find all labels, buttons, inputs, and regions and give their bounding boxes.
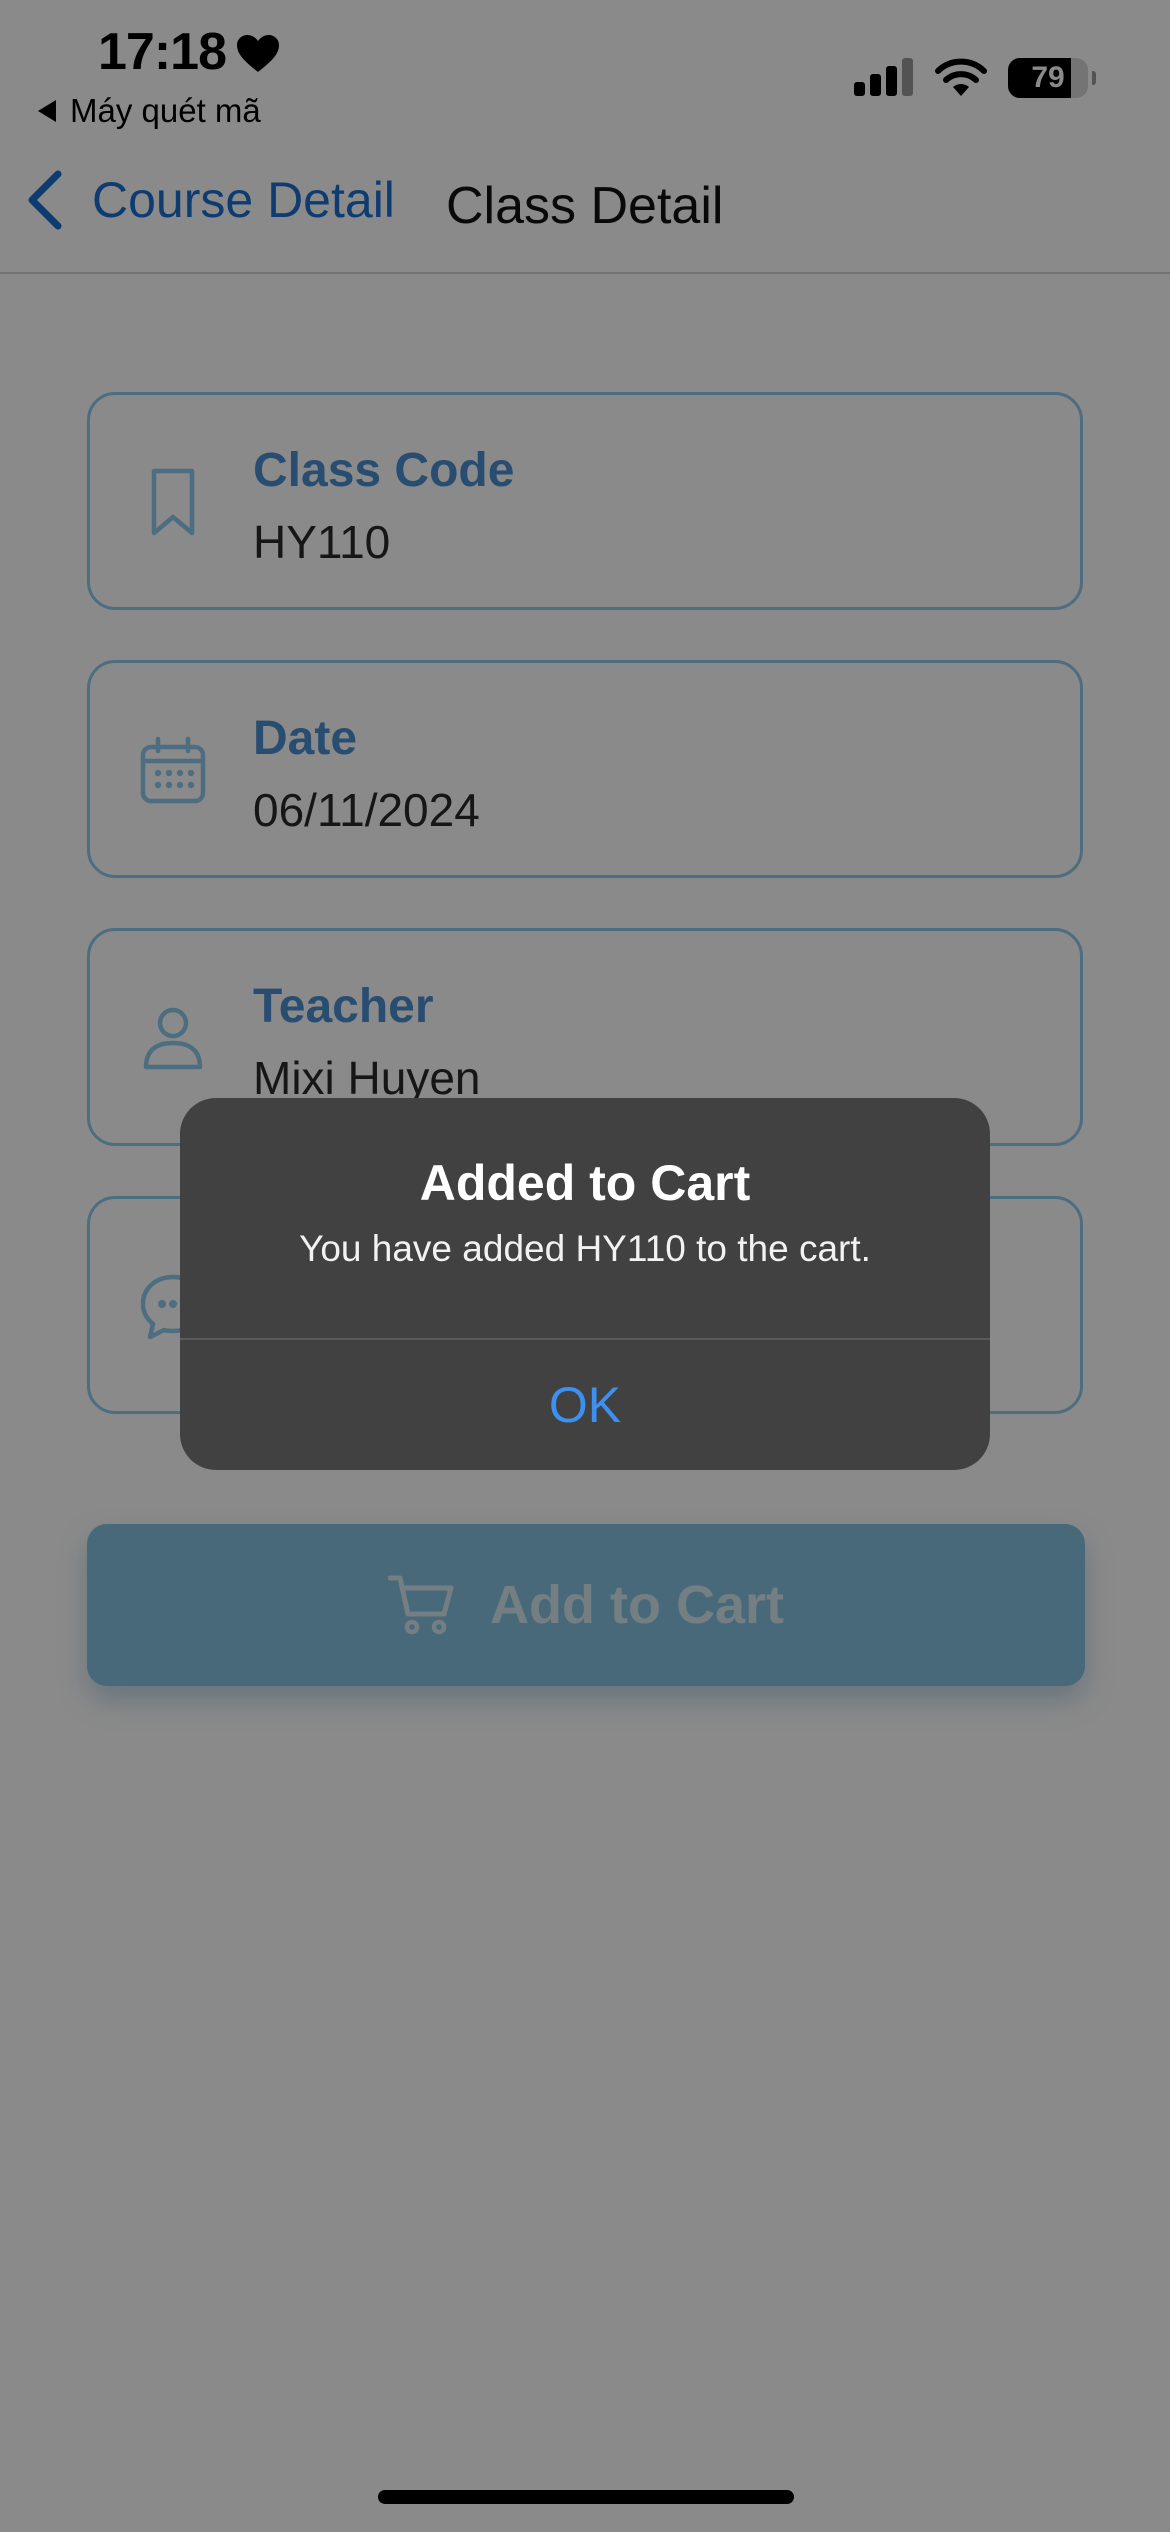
added-to-cart-alert: Added to Cart You have added HY110 to th…: [180, 1098, 990, 1470]
class-detail-screen: 17:18 Máy quét mã 79 Course Detail Class…: [0, 0, 1170, 2532]
alert-message: You have added HY110 to the cart.: [299, 1228, 871, 1269]
alert-ok-button[interactable]: OK: [180, 1340, 990, 1470]
alert-title: Added to Cart: [419, 1155, 751, 1211]
